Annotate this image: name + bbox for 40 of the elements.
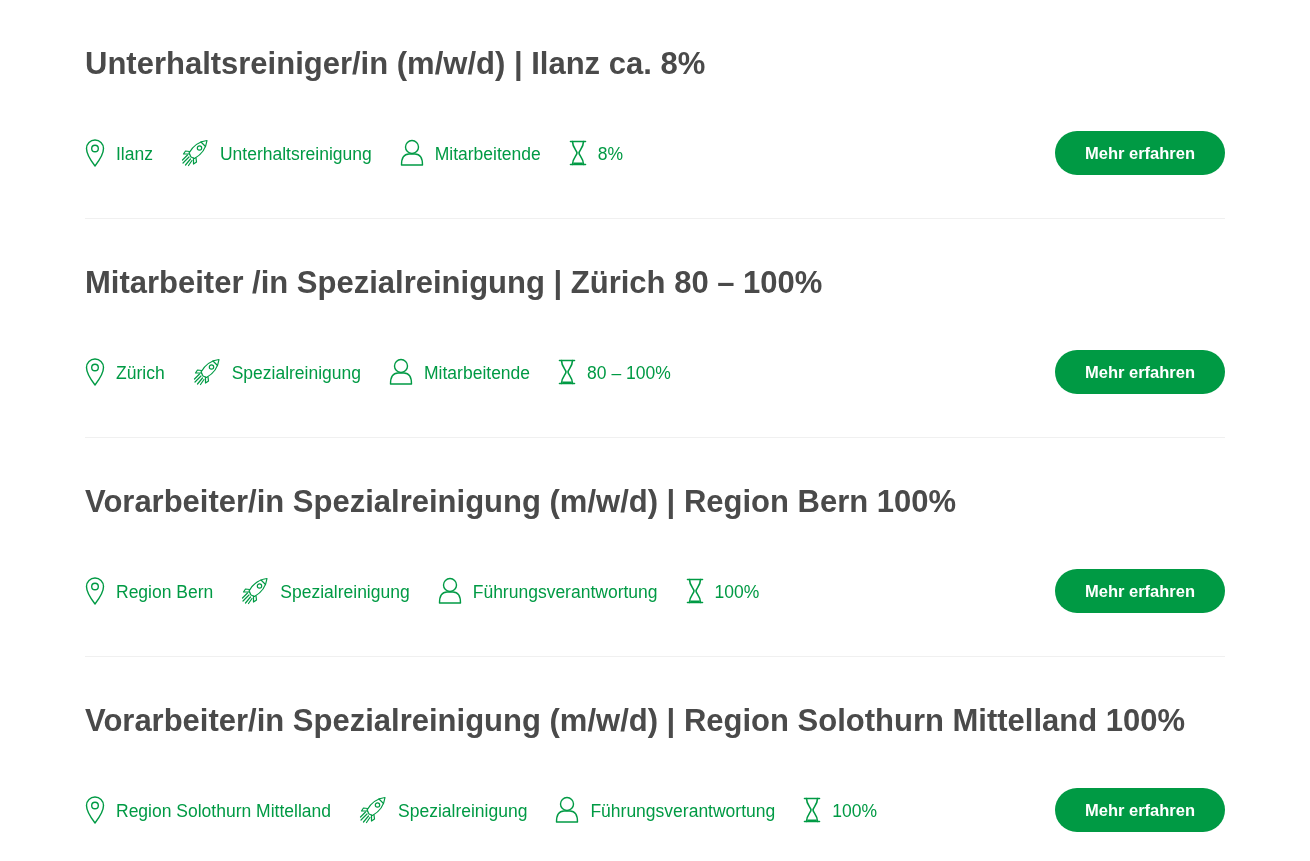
- person-icon: [437, 577, 462, 605]
- rocket-icon: [359, 796, 387, 824]
- job-meta-label: 100%: [832, 800, 877, 822]
- more-info-button[interactable]: Mehr erfahren: [1055, 131, 1225, 175]
- person-icon: [389, 358, 414, 386]
- more-info-button[interactable]: Mehr erfahren: [1055, 569, 1225, 613]
- job-title: Mitarbeiter /in Spezialreinigung | Zürich 80 – 100%: [85, 265, 824, 301]
- map-pin-icon: [85, 577, 105, 605]
- job-meta-label: 80 – 100%: [587, 362, 671, 384]
- person-icon: [555, 796, 580, 824]
- job-meta-label: 100%: [714, 581, 760, 603]
- job-meta-label: Führungsverantwortung: [590, 800, 776, 822]
- hourglass-icon: [568, 139, 587, 167]
- job-meta-label: Führungsverantwortung: [472, 581, 658, 603]
- job-meta-label: Region Solothurn Mittelland: [116, 800, 331, 822]
- hourglass-icon: [685, 577, 704, 605]
- hourglass-icon: [803, 796, 822, 824]
- person-icon: [399, 139, 424, 167]
- job-title: Vorarbeiter/in Spezialreinigung (m/w/d) | Region Solothurn Mittelland 100%: [85, 703, 1187, 739]
- more-info-button[interactable]: Mehr erfahren: [1055, 788, 1225, 832]
- job-title: Unterhaltsreiniger/in (m/w/d) | Ilanz ca. 8%: [85, 46, 707, 82]
- job-meta-label: Mitarbeitende: [434, 143, 541, 165]
- job-meta-label: Spezialreinigung: [398, 800, 528, 822]
- job-meta-label: Ilanz: [116, 143, 153, 165]
- more-info-button[interactable]: Mehr erfahren: [1055, 350, 1225, 394]
- job-meta-label: 8%: [597, 143, 624, 165]
- job-meta-label: Region Bern: [116, 581, 214, 603]
- rocket-icon: [241, 577, 270, 605]
- map-pin-icon: [85, 796, 105, 824]
- job-meta-label: Spezialreinigung: [280, 581, 410, 603]
- map-pin-icon: [85, 139, 105, 167]
- job-meta-label: Zürich: [116, 362, 165, 384]
- map-pin-icon: [85, 358, 105, 386]
- rocket-icon: [192, 358, 221, 386]
- hourglass-icon: [558, 358, 577, 386]
- job-title: Vorarbeiter/in Spezialreinigung (m/w/d) | Region Bern 100%: [85, 484, 958, 520]
- rocket-icon: [180, 139, 209, 167]
- job-meta-label: Unterhaltsreinigung: [219, 143, 372, 165]
- job-meta-label: Mitarbeitende: [424, 362, 531, 384]
- job-meta-label: Spezialreinigung: [231, 362, 362, 384]
